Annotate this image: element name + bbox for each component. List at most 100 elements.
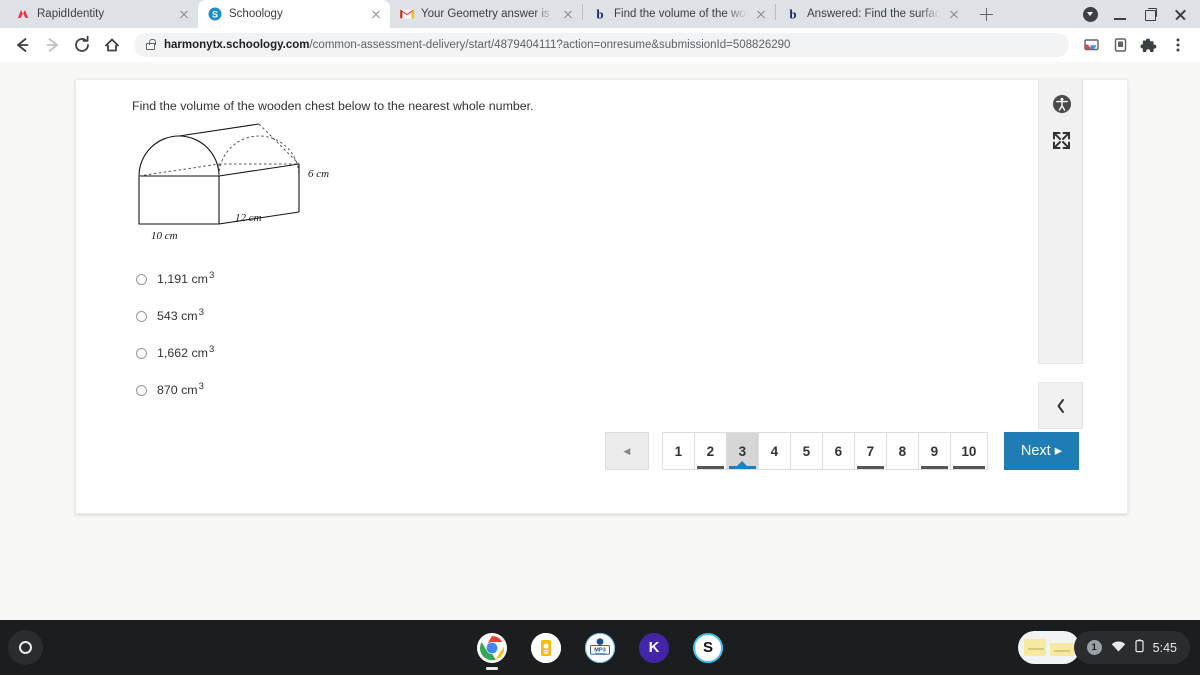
close-icon[interactable] [1166,0,1194,28]
page-button-2[interactable]: 2 [693,432,727,470]
page-status-underline [920,466,948,469]
wifi-icon [1111,640,1126,656]
collapse-chevron-icon[interactable] [1038,382,1083,429]
cast-icon[interactable] [1077,31,1105,59]
page-label: 9 [930,443,939,459]
page-label: 5 [802,443,811,459]
close-icon[interactable] [946,6,962,22]
page-viewport: Find the volume of the wooden chest belo… [0,62,1200,620]
radio-button[interactable] [136,385,147,396]
kahoot-letter: K [648,639,660,656]
page-button-8[interactable]: 8 [885,432,919,470]
answer-option[interactable]: 543 cm3 [136,307,214,344]
accessibility-icon[interactable] [1039,87,1084,121]
page-status-underline [793,466,820,469]
page-button-10[interactable]: 10 [949,432,988,470]
brainly-icon: b [786,7,800,22]
option-value: 870 cm [157,383,198,398]
schoology-icon[interactable]: S [693,632,723,663]
back-arrow-icon[interactable] [8,31,36,59]
mp3-icon[interactable]: MP3 Delivery [585,632,615,663]
browser-tab-brainly-volume[interactable]: b Find the volume of the wooden [583,0,775,28]
new-tab-button[interactable] [972,0,1000,28]
page-label: 2 [706,443,715,459]
keep-icon[interactable] [531,632,561,663]
downloads-icon[interactable] [1076,0,1104,28]
tab-title: Your Geometry answer is ready [421,8,554,20]
address-bar[interactable]: harmonytx.schoology.com/common-assessmen… [134,33,1069,57]
close-icon[interactable] [753,6,769,22]
home-icon[interactable] [98,31,126,59]
page-button-1[interactable]: 1 [661,432,695,470]
dimension-label-width: 10 cm [151,230,178,242]
answer-options: 1,191 cm3 543 cm3 1,662 cm3 870 cm3 [136,270,214,418]
next-button[interactable]: Next ▸ [1003,432,1079,470]
page-status-underline [889,466,916,469]
page-button-6[interactable]: 6 [821,432,855,470]
close-icon[interactable] [176,6,192,22]
reading-mode-icon[interactable] [1106,31,1134,59]
page-status-underline [728,461,756,469]
minimize-icon[interactable] [1106,0,1134,28]
radio-button[interactable] [136,274,147,285]
page-status-underline [696,466,724,469]
option-label: 1,662 cm3 [157,344,214,360]
page-label: 10 [961,443,977,459]
answer-option[interactable]: 1,662 cm3 [136,344,214,381]
answer-option[interactable]: 1,191 cm3 [136,270,214,307]
page-button-9[interactable]: 9 [917,432,951,470]
browser-tab-brainly-surface[interactable]: b Answered: Find the surface area [776,0,968,28]
brainly-icon: b [593,7,607,22]
option-exponent: 3 [198,307,204,318]
pagination: ◀ 1 2 3 4 5 6 7 8 9 10 Next ▸ [604,432,1079,470]
tab-strip: RapidIdentity S Schoology Your Geometry … [0,0,1200,28]
maximize-icon[interactable] [1136,0,1164,28]
chrome-menu-icon[interactable] [1164,31,1192,59]
notification-preview[interactable] [1018,631,1080,664]
page-button-5[interactable]: 5 [789,432,823,470]
option-value: 1,662 cm [157,346,208,361]
assessment-card: Find the volume of the wooden chest belo… [75,79,1128,514]
browser-tab-gmail[interactable]: Your Geometry answer is ready [390,0,582,28]
option-exponent: 3 [208,344,215,355]
close-icon[interactable] [368,6,384,22]
forward-arrow-icon[interactable] [38,31,66,59]
close-icon[interactable] [560,6,576,22]
page-button-4[interactable]: 4 [757,432,791,470]
browser-tab-schoology[interactable]: S Schoology [198,0,390,28]
kahoot-icon[interactable]: K [639,632,669,663]
option-exponent: 3 [198,381,204,392]
page-label: 4 [770,443,779,459]
toolbar-right-actions [1077,31,1192,59]
dimension-label-depth: 12 cm [235,212,262,224]
fullscreen-icon[interactable] [1039,123,1084,157]
chrome-icon[interactable] [477,632,507,670]
svg-text:S: S [212,9,218,19]
dimension-label-height: 6 cm [308,168,330,180]
page-status-underline [665,466,692,469]
running-indicator [486,667,498,670]
option-value: 543 cm [157,309,198,324]
tab-title: RapidIdentity [37,8,105,20]
page-button-7[interactable]: 7 [853,432,887,470]
wooden-chest-diagram: 6 cm 12 cm 10 cm [131,120,391,250]
url-path: /common-assessment-delivery/start/487940… [309,39,791,51]
tab-title: Answered: Find the surface area [807,8,940,20]
answer-option[interactable]: 870 cm3 [136,381,214,418]
page-status-underline [761,466,788,469]
reload-icon[interactable] [68,31,96,59]
svg-text:b: b [596,7,603,21]
extensions-icon[interactable] [1135,31,1163,59]
clock-time: 5:45 [1152,640,1177,655]
browser-tab-rapididentity[interactable]: RapidIdentity [6,0,198,28]
page-label: 6 [834,443,843,459]
tab-title: Find the volume of the wooden [614,8,747,20]
radio-button[interactable] [136,348,147,359]
page-button-3[interactable]: 3 [725,432,759,470]
page-status-underline [825,466,852,469]
previous-page-button[interactable]: ◀ [604,432,649,470]
system-tray[interactable]: 1 5:45 [1073,631,1190,664]
url-text: harmonytx.schoology.com/common-assessmen… [164,39,790,51]
lock-icon [146,38,156,50]
radio-button[interactable] [136,311,147,322]
